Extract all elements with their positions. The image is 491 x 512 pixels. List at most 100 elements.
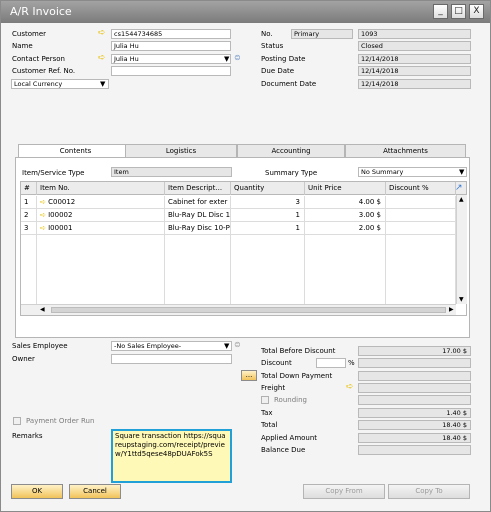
column-header-unit-price[interactable]: Unit Price [305,182,386,195]
rounding-label: Rounding [274,396,307,404]
owner-label: Owner [12,355,35,363]
chevron-down-icon[interactable]: ▼ [100,80,105,88]
down-payment-selection-button[interactable]: ... [241,370,257,381]
quantity-cell[interactable]: 1 [231,222,305,235]
discount-cell[interactable] [386,209,456,222]
description-cell[interactable]: Blu-Ray Disc 10-P [165,222,231,235]
scroll-right-icon[interactable]: ▶ [449,306,454,313]
copy-to-button[interactable]: Copy To [388,484,470,499]
series-dropdown[interactable]: Primary [291,29,353,39]
expand-columns-icon[interactable]: ↗ [455,183,463,193]
freight-field[interactable] [358,383,471,393]
description-cell[interactable]: Blu-Ray DL Disc 1 [165,209,231,222]
table-row[interactable]: 1 ➪ C00012 Cabinet for exter 3 4.00 $ [21,196,456,209]
ok-button[interactable]: OK [11,484,63,499]
scroll-down-icon[interactable]: ▼ [459,296,464,303]
contact-person-dropdown[interactable]: Julia Hu [111,54,231,64]
scroll-thumb[interactable] [51,307,446,313]
name-label: Name [12,42,33,50]
discount-percent-symbol: % [348,359,355,367]
description-cell[interactable]: Cabinet for exter [165,196,231,209]
tab-attachments[interactable]: Attachments [345,144,466,158]
horizontal-scrollbar[interactable]: ◀ ▶ [21,304,456,315]
maximize-button[interactable]: □ [451,4,466,19]
minimize-button[interactable]: _ [433,4,448,19]
quantity-cell[interactable]: 3 [231,196,305,209]
currency-value: Local Currency [14,80,63,88]
cancel-button[interactable]: Cancel [69,484,121,499]
rounding-field [358,395,471,405]
freight-label: Freight [261,384,286,392]
link-arrow-icon[interactable]: ➪ [98,28,106,38]
payment-order-run-label: Payment Order Run [26,417,95,425]
contact-person-label: Contact Person [12,55,65,63]
payment-order-run-checkbox[interactable] [13,417,21,425]
details-icon[interactable]: ⊜ [234,53,241,63]
column-header-description[interactable]: Item Descript... [165,182,231,195]
column-header-discount[interactable]: Discount % [386,182,456,195]
close-button[interactable]: X [469,4,484,19]
tab-bar: Contents Logistics Accounting Attachment… [18,144,466,159]
item-no-cell[interactable]: ➪ I00002 [37,209,165,222]
column-header-number[interactable]: # [21,182,37,195]
tab-accounting[interactable]: Accounting [237,144,345,158]
link-arrow-icon[interactable]: ➪ [40,211,46,219]
owner-field[interactable] [111,354,232,364]
table-row[interactable]: 2 ➪ I00002 Blu-Ray DL Disc 1 1 3.00 $ [21,209,456,222]
total-before-discount-field: 17.00 $ [358,346,471,356]
scroll-up-icon[interactable]: ▲ [459,196,464,203]
link-arrow-icon[interactable]: ➪ [98,53,106,63]
item-service-type-field[interactable]: Item [111,167,232,177]
discount-amount-field[interactable] [358,358,471,368]
title-bar[interactable]: A/R Invoice _ □ X [1,1,490,23]
ar-invoice-window: A/R Invoice _ □ X Customer ➪ cs154473468… [0,0,491,512]
link-arrow-icon[interactable]: ➪ [40,224,46,232]
row-number: 3 [21,222,37,235]
name-field[interactable]: Julia Hu [111,41,231,51]
document-date-field[interactable]: 12/14/2018 [358,79,471,89]
chevron-down-icon[interactable]: ▼ [224,55,229,63]
quantity-cell[interactable]: 1 [231,209,305,222]
document-date-label: Document Date [261,80,317,88]
column-header-item-no[interactable]: Item No. [37,182,165,195]
item-no-cell[interactable]: ➪ C00012 [37,196,165,209]
empty-cell [386,235,456,304]
remarks-field[interactable]: Square transaction https://squareupstagi… [111,429,232,483]
rounding-checkbox[interactable] [261,396,269,404]
tab-logistics[interactable]: Logistics [125,144,237,158]
unit-price-cell[interactable]: 2.00 $ [305,222,386,235]
customer-ref-field[interactable] [111,66,231,76]
scroll-left-icon[interactable]: ◀ [40,306,45,313]
table-row[interactable]: 3 ➪ I00001 Blu-Ray Disc 10-P 1 2.00 $ [21,222,456,235]
column-header-quantity[interactable]: Quantity [231,182,305,195]
empty-cell [165,235,231,304]
contact-person-value: Julia Hu [114,55,139,63]
due-date-field[interactable]: 12/14/2018 [358,66,471,76]
total-label: Total [261,421,278,429]
applied-amount-field: 18.40 $ [358,433,471,443]
summary-type-dropdown[interactable]: No Summary [358,167,467,177]
item-no-cell[interactable]: ➪ I00001 [37,222,165,235]
empty-cell [231,235,305,304]
discount-cell[interactable] [386,196,456,209]
customer-field[interactable]: cs1544734685 [111,29,231,39]
item-no-value: C00012 [48,198,76,206]
discount-percent-field[interactable] [316,358,346,368]
chevron-down-icon[interactable]: ▼ [459,168,464,176]
unit-price-cell[interactable]: 3.00 $ [305,209,386,222]
table-header: # Item No. Item Descript... Quantity Uni… [21,182,466,195]
table-row-empty[interactable] [21,235,456,304]
applied-amount-label: Applied Amount [261,434,318,442]
vertical-scrollbar[interactable]: ▲ ▼ [456,195,467,304]
copy-from-button[interactable]: Copy From [303,484,385,499]
currency-dropdown[interactable]: Local Currency [11,79,109,89]
discount-cell[interactable] [386,222,456,235]
unit-price-cell[interactable]: 4.00 $ [305,196,386,209]
link-arrow-icon[interactable]: ➪ [40,198,46,206]
posting-date-field[interactable]: 12/14/2018 [358,54,471,64]
sales-employee-dropdown[interactable]: -No Sales Employee- [111,341,232,351]
details-icon[interactable]: ⊜ [234,340,241,350]
chevron-down-icon[interactable]: ▼ [224,342,229,350]
customer-ref-label: Customer Ref. No. [12,67,76,75]
freight-link-arrow-icon[interactable]: ➪ [346,382,354,392]
